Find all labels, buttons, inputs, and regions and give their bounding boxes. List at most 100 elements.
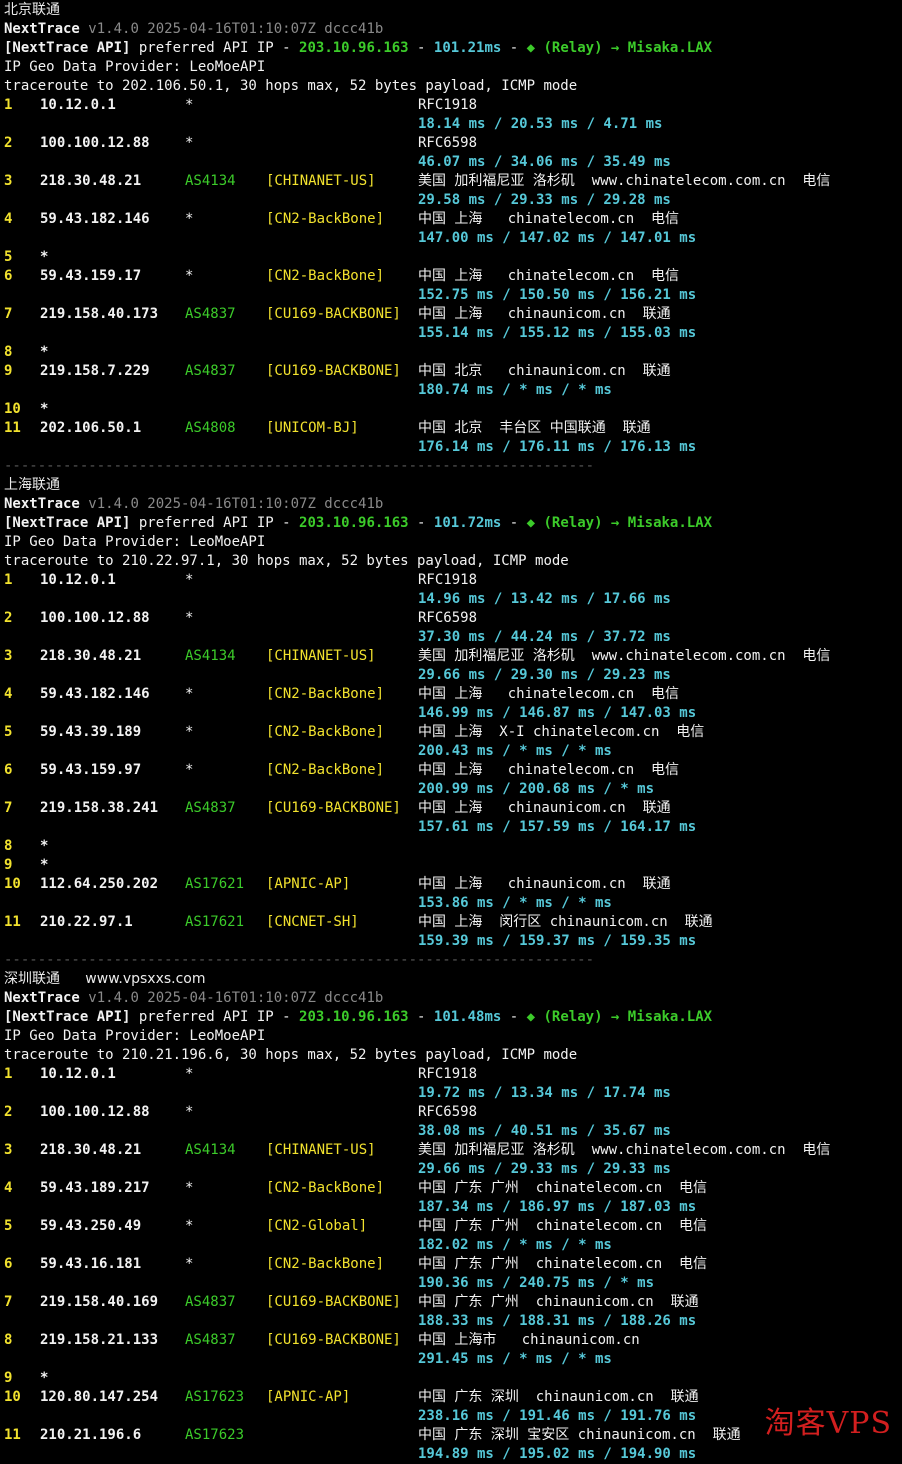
- hop-number: 4: [4, 211, 13, 227]
- hop-ip: 59.43.16.181: [40, 1256, 142, 1272]
- hop-rtt: 194.89 ms / 195.02 ms / 194.90 ms: [0, 1445, 902, 1464]
- hop-rtt-values: 157.61 ms / 157.59 ms / 164.17 ms: [418, 819, 697, 835]
- hop-row: 5 *: [0, 248, 902, 267]
- hop-ip: 112.64.250.202: [40, 876, 159, 892]
- hop-rtt-values: 188.33 ms / 188.31 ms / 188.26 ms: [418, 1313, 697, 1329]
- hop-rtt: 187.34 ms / 186.97 ms / 187.03 ms: [0, 1198, 902, 1217]
- geo-provider-line: IP Geo Data Provider: LeoMoeAPI: [4, 1027, 265, 1046]
- hop-network: [CN2-BackBone]: [266, 686, 385, 702]
- app-version-line: NextTrace v1.4.0 2025-04-16T01:10:07Z dc…: [4, 989, 383, 1008]
- api-latency: 101.48ms: [433, 1009, 502, 1025]
- hop-ip: 219.158.40.173: [40, 306, 159, 322]
- hop-ip: 10.12.0.1: [40, 97, 116, 113]
- hop-number: 4: [4, 686, 13, 702]
- hop-number: 9: [4, 857, 13, 873]
- api-latency: 101.72ms: [433, 515, 502, 531]
- hop-ip: *: [40, 249, 49, 265]
- hop-row: 7 219.158.38.241 AS4837 [CU169-BACKBONE] 中国 …: [0, 799, 902, 818]
- hop-ip: 59.43.39.189: [40, 724, 142, 740]
- hop-rtt: 153.86 ms / * ms / * ms: [0, 894, 902, 913]
- geo-provider-line: IP Geo Data Provider: LeoMoeAPI: [4, 58, 265, 77]
- hop-row: 7 219.158.40.169 AS4837 [CU169-BACKBONE] 中国 …: [0, 1293, 902, 1312]
- hop-number: 11: [4, 1427, 21, 1443]
- hop-asn: AS4134: [185, 173, 236, 189]
- app-name: NextTrace: [4, 496, 80, 512]
- hop-rtt-values: 200.99 ms / 200.68 ms / * ms: [418, 781, 655, 797]
- hop-rtt-values: 190.36 ms / 240.75 ms / * ms: [418, 1275, 655, 1291]
- hop-network: [CN2-BackBone]: [266, 1256, 385, 1272]
- hop-geo: 中国 上海 chinatelecom.cn 电信: [418, 762, 680, 778]
- hop-rtt: 155.14 ms / 155.12 ms / 155.03 ms: [0, 324, 902, 343]
- hop-ip: 120.80.147.254: [40, 1389, 159, 1405]
- hop-asn: *: [185, 686, 194, 702]
- hop-rtt: 38.08 ms / 40.51 ms / 35.67 ms: [0, 1122, 902, 1141]
- hop-rtt-values: 176.14 ms / 176.11 ms / 176.13 ms: [418, 439, 697, 455]
- api-line: [NextTrace API] preferred API IP - 203.1…: [4, 40, 713, 56]
- hop-ip: 10.12.0.1: [40, 572, 116, 588]
- hop-number: 1: [4, 1066, 13, 1082]
- hop-asn: AS4134: [185, 648, 236, 664]
- hop-number: 8: [4, 1332, 13, 1348]
- hop-ip: 219.158.40.169: [40, 1294, 159, 1310]
- section-title: 北京联通: [4, 1, 60, 20]
- hop-row: 5 59.43.39.189 * [CN2-BackBone] 中国 上海 X-I ch…: [0, 723, 902, 742]
- hop-asn: AS17623: [185, 1389, 245, 1405]
- hop-ip: 10.12.0.1: [40, 1066, 116, 1082]
- hop-rtt-values: 46.07 ms / 34.06 ms / 35.49 ms: [418, 154, 671, 170]
- hop-rtt: 18.14 ms / 20.53 ms / 4.71 ms: [0, 115, 902, 134]
- app-version: v1.4.0 2025-04-16T01:10:07Z dccc41b: [88, 21, 384, 37]
- hop-rtt-values: 146.99 ms / 146.87 ms / 147.03 ms: [418, 705, 697, 721]
- separator-dashes: ----------------------------------------…: [4, 458, 595, 474]
- hop-number: 8: [4, 838, 13, 854]
- hop-asn: AS4837: [185, 800, 236, 816]
- hop-ip: 100.100.12.88: [40, 135, 150, 151]
- hop-ip: 100.100.12.88: [40, 610, 150, 626]
- hop-row: 6 59.43.159.17 * [CN2-BackBone] 中国 上海 chinat…: [0, 267, 902, 286]
- hop-rtt-values: 200.43 ms / * ms / * ms: [418, 743, 612, 759]
- hop-asn: AS4837: [185, 363, 236, 379]
- hop-network: [CHINANET-US]: [266, 1142, 376, 1158]
- api-line: [NextTrace API] preferred API IP - 203.1…: [4, 1009, 713, 1025]
- hop-network: [CU169-BACKBONE]: [266, 1294, 401, 1310]
- hop-geo: 美国 加利福尼亚 洛杉矶 www.chinatelecom.com.cn 电信: [418, 173, 831, 189]
- api-latency: 101.21ms: [433, 40, 502, 56]
- hop-rtt: 188.33 ms / 188.31 ms / 188.26 ms: [0, 1312, 902, 1331]
- hop-ip: *: [40, 838, 49, 854]
- hop-rtt: 146.99 ms / 146.87 ms / 147.03 ms: [0, 704, 902, 723]
- hop-number: 10: [4, 401, 21, 417]
- hop-rtt-values: 14.96 ms / 13.42 ms / 17.66 ms: [418, 591, 671, 607]
- hop-asn: *: [185, 572, 194, 588]
- hop-ip: 218.30.48.21: [40, 648, 142, 664]
- app-version-line: NextTrace v1.4.0 2025-04-16T01:10:07Z dc…: [4, 495, 383, 514]
- hop-rtt: 176.14 ms / 176.11 ms / 176.13 ms: [0, 438, 902, 457]
- hop-row: 2 100.100.12.88 * RFC6598: [0, 134, 902, 153]
- api-ip: 203.10.96.163: [299, 40, 409, 56]
- hop-rtt-values: 37.30 ms / 44.24 ms / 37.72 ms: [418, 629, 671, 645]
- hop-ip: 59.43.159.97: [40, 762, 142, 778]
- hop-network: [APNIC-AP]: [266, 876, 351, 892]
- hop-number: 1: [4, 97, 13, 113]
- hop-ip: 218.30.48.21: [40, 173, 142, 189]
- hop-number: 4: [4, 1180, 13, 1196]
- api-preferred: preferred API IP: [138, 515, 274, 531]
- hop-geo: 中国 北京 chinaunicom.cn 联通: [418, 363, 671, 379]
- hop-number: 3: [4, 648, 13, 664]
- hop-geo: 中国 上海 chinaunicom.cn 联通: [418, 800, 671, 816]
- hop-asn: *: [185, 1218, 194, 1234]
- hop-asn: AS4837: [185, 1294, 236, 1310]
- hop-ip: 202.106.50.1: [40, 420, 142, 436]
- api-ip: 203.10.96.163: [299, 515, 409, 531]
- hop-ip: 219.158.38.241: [40, 800, 159, 816]
- hop-geo: RFC6598: [418, 1104, 478, 1120]
- hop-ip: 218.30.48.21: [40, 1142, 142, 1158]
- api-route: (Relay) → Misaka.LAX: [543, 515, 713, 531]
- hop-number: 7: [4, 306, 13, 322]
- hop-rtt: 159.39 ms / 159.37 ms / 159.35 ms: [0, 932, 902, 951]
- hop-row: 11 210.22.97.1 AS17621 [CNCNET-SH] 中国 上海 闵行区…: [0, 913, 902, 932]
- hop-rtt-values: 147.00 ms / 147.02 ms / 147.01 ms: [418, 230, 697, 246]
- hop-number: 5: [4, 724, 13, 740]
- traceroute-command: traceroute to 210.21.196.6, 30 hops max,…: [4, 1046, 577, 1065]
- traceroute-command: traceroute to 210.22.97.1, 30 hops max, …: [4, 552, 569, 571]
- hop-asn: AS17621: [185, 876, 245, 892]
- hop-number: 8: [4, 344, 13, 360]
